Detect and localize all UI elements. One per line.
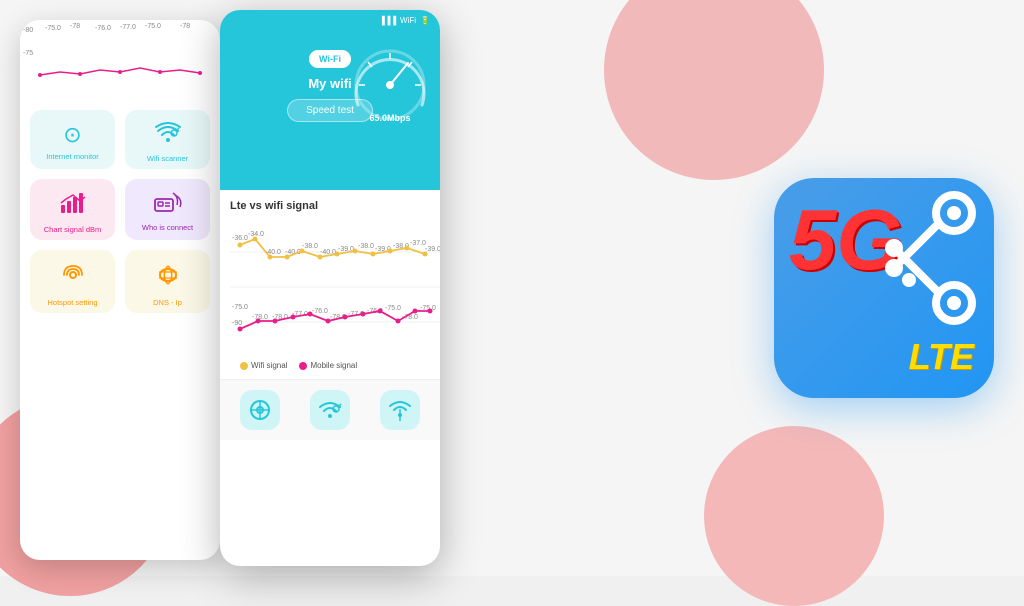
svg-text:-36.0: -36.0 [232, 235, 248, 242]
lte-section-title: Lte vs wifi signal [230, 200, 430, 212]
phone-left: -80 -75 -75.0 -78 -76.0 -77.0 -75.0 -78 … [20, 20, 220, 560]
svg-text:-76.0: -76.0 [95, 25, 111, 32]
bottom-icon-signal[interactable] [380, 390, 420, 430]
wifi-name: My wifi [308, 76, 351, 91]
svg-text:-75.0: -75.0 [232, 304, 248, 311]
svg-text:-39.0: -39.0 [425, 246, 440, 253]
speedometer: 65.0Mbps [350, 45, 430, 125]
legend-mobile: Mobile signal [299, 361, 357, 370]
svg-text:-90: -90 [232, 320, 242, 327]
chart-signal-icon [59, 191, 87, 221]
bottom-icon-internet[interactable] [240, 390, 280, 430]
menu-hotspot[interactable]: Hotspot setting [30, 250, 115, 313]
legend-wifi-text: Wifi signal [251, 361, 287, 370]
who-connected-label: Who is connect [142, 223, 193, 232]
svg-text:-37.0: -37.0 [410, 240, 426, 247]
phone-middle: ▐▐▐ WiFi 🔋 Wi-Fi My wifi Speed test [220, 10, 440, 566]
hotspot-label: Hotspot setting [47, 298, 97, 307]
svg-text:-75.0: -75.0 [45, 25, 61, 32]
svg-text:-77.0: -77.0 [120, 24, 136, 31]
dns-label: DNS - Ip [153, 298, 182, 307]
svg-text:-76.0: -76.0 [312, 308, 328, 315]
lte-section: Lte vs wifi signal -36.0 -34.0 -40.0 -40… [220, 190, 440, 379]
internet-monitor-icon: ⊙ [63, 122, 81, 148]
svg-text:-38.0: -38.0 [358, 243, 374, 250]
lte-chart-svg: -36.0 -34.0 -40.0 -40.0 -38.0 -40.0 -39.… [230, 217, 440, 362]
svg-text:-78: -78 [70, 23, 80, 30]
signal-chart: -36.0 -34.0 -40.0 -40.0 -38.0 -40.0 -39.… [230, 217, 430, 357]
connector-icon [869, 188, 989, 328]
wifi-scanner-label: Wifi scanner [147, 154, 188, 163]
left-phone-chart-area: -80 -75 -75.0 -78 -76.0 -77.0 -75.0 -78 … [20, 20, 220, 100]
chart-signal-label: Chart signal dBm [44, 225, 102, 234]
bottom-icon-wifi-scan[interactable] [310, 390, 350, 430]
bottom-icons-row [220, 379, 440, 440]
internet-monitor-label: Internet monitor [46, 152, 99, 161]
menu-internet-monitor[interactable]: ⊙ Internet monitor [30, 110, 115, 169]
lte-text: LTE [909, 336, 974, 378]
bg-shape-right [704, 426, 884, 606]
menu-dns[interactable]: DNS - Ip [125, 250, 210, 313]
menu-wifi-scanner[interactable]: Wifi scanner [125, 110, 210, 169]
wifi-info: Wi-Fi [309, 50, 351, 72]
svg-text:-75.0: -75.0 [385, 305, 401, 312]
phone-header: Wi-Fi My wifi Speed test [220, 30, 440, 190]
svg-text:-75.0: -75.0 [145, 23, 161, 30]
menu-grid: ⊙ Internet monitor Wifi scanner [20, 100, 220, 323]
svg-text:-38.0: -38.0 [302, 243, 318, 250]
dns-icon [155, 262, 181, 294]
signal-status-icon: ▐▐▐ [379, 16, 396, 25]
svg-text:-75: -75 [23, 50, 33, 57]
who-connected-icon [153, 191, 183, 219]
5g-icon-inner: 5G LTE [774, 178, 994, 398]
wifi-scanner-icon [154, 122, 182, 150]
speed-unit: Mbps [387, 113, 411, 123]
wifi-badge: Wi-Fi [309, 50, 351, 68]
hotspot-icon [60, 262, 86, 294]
speed-display: 65.0Mbps [369, 113, 410, 123]
status-bar: ▐▐▐ WiFi 🔋 [220, 10, 440, 30]
menu-who-connected[interactable]: Who is connect [125, 179, 210, 240]
legend-mobile-text: Mobile signal [310, 361, 357, 370]
svg-text:-80: -80 [23, 27, 33, 34]
speed-value: 65.0 [369, 113, 387, 123]
svg-text:-78: -78 [180, 23, 190, 30]
battery-icon: 🔋 [420, 16, 430, 25]
app-icon-5g: 5G LTE [774, 178, 994, 398]
menu-chart-signal[interactable]: Chart signal dBm [30, 179, 115, 240]
wifi-badge-text: Wi-Fi [319, 54, 341, 64]
left-mini-chart: -80 -75 -75.0 -78 -76.0 -77.0 -75.0 -78 [20, 20, 220, 100]
legend-wifi: Wifi signal [240, 361, 287, 370]
wifi-status-icon: WiFi [400, 16, 416, 25]
